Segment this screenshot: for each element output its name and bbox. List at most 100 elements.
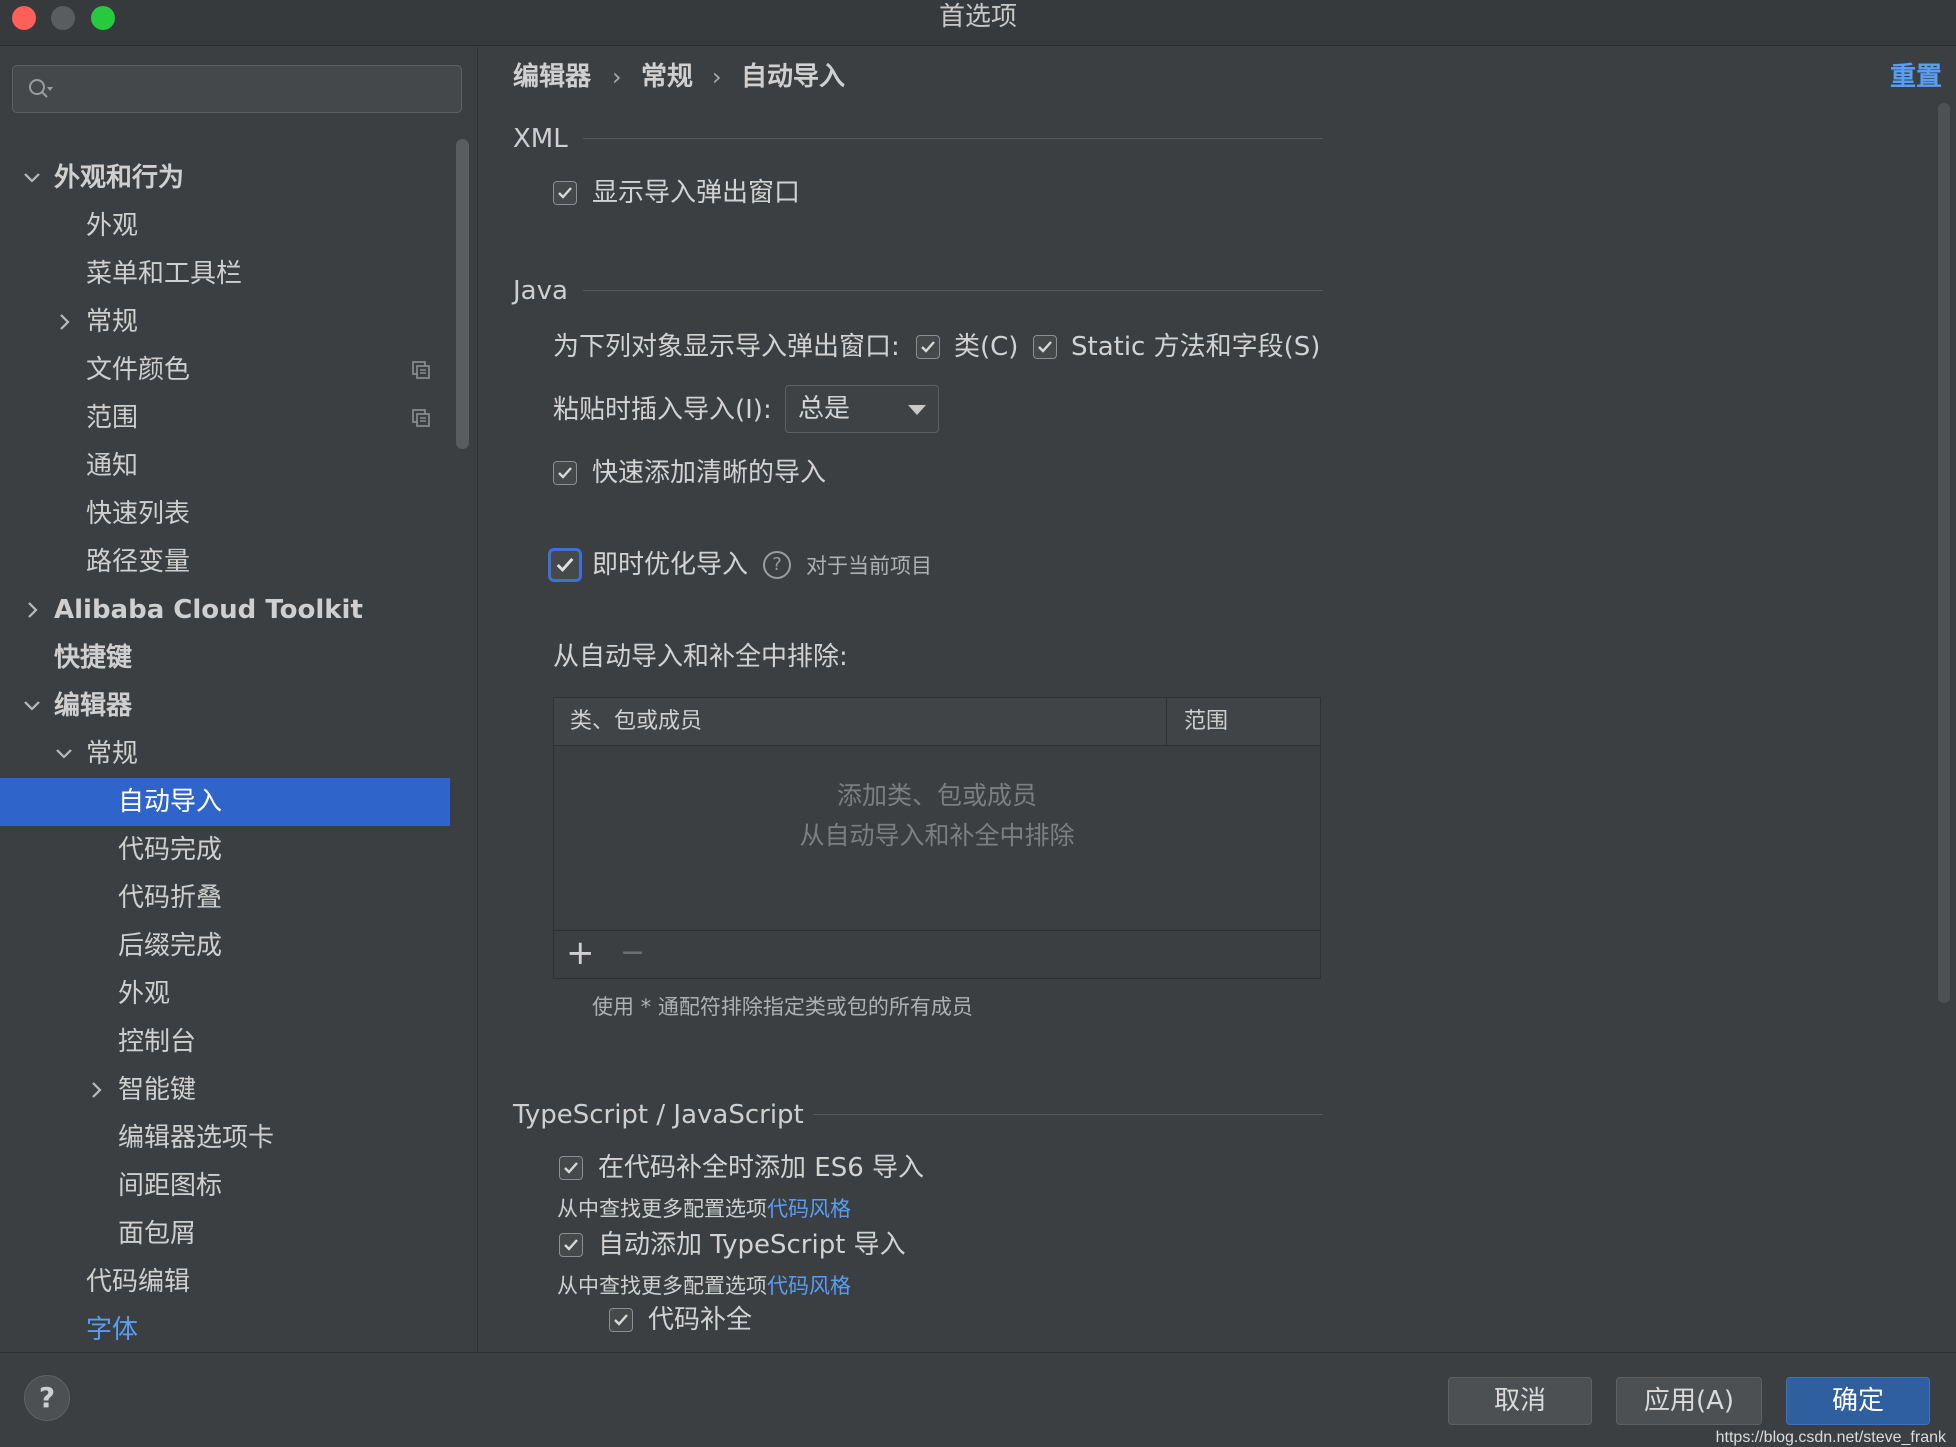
sidebar-item[interactable]: 编辑器 [0,682,450,730]
code-style-link[interactable]: 代码风格 [767,1274,851,1298]
show-import-popup-xml-label[interactable]: 显示导入弹出窗口 [592,175,800,211]
sidebar-item-label: 外观 [118,979,171,1009]
sidebar-item-label: 编辑器选项卡 [118,1123,275,1153]
sidebar-item-label: 路径变量 [86,547,191,577]
sidebar-item[interactable]: 外观和行为 [0,154,450,202]
chevron-down-icon[interactable] [20,154,44,202]
checkmark-icon [558,467,572,479]
sidebar-item[interactable]: 字体 [0,1306,450,1352]
code-completion-checkbox[interactable] [609,1308,633,1332]
code-style-hint-text: 从中查找更多配置选项 [557,1274,767,1298]
settings-search-input[interactable] [12,65,462,113]
sidebar-item-label: 快速列表 [86,499,191,529]
static-members-checkbox[interactable] [1033,335,1057,359]
chevron-right-icon[interactable] [52,298,76,346]
sidebar-item[interactable]: 常规 [0,730,450,778]
table-toolbar: + − [554,930,1320,978]
optimize-imports-on-fly-label[interactable]: 即时优化导入 [592,547,748,583]
sidebar-item[interactable]: 间距图标 [0,1162,450,1210]
chevron-down-icon[interactable] [20,682,44,730]
sidebar-item[interactable]: 路径变量 [0,538,450,586]
content-scrollbar[interactable] [1938,103,1950,1003]
classes-label[interactable]: 类(C) [954,329,1018,365]
static-members-label[interactable]: Static 方法和字段(S) [1071,329,1320,365]
section-divider [813,1114,1323,1115]
checkmark-icon [921,341,935,353]
checkmark-icon [564,1162,578,1174]
insert-on-paste-select[interactable]: 总是 [785,385,939,433]
reset-link[interactable]: 重置 [1890,59,1942,95]
cancel-button[interactable]: 取消 [1448,1377,1592,1425]
chevron-right-icon[interactable] [84,1066,108,1114]
sidebar-item[interactable]: 菜单和工具栏 [0,250,450,298]
sidebar-item[interactable]: 面包屑 [0,1210,450,1258]
sidebar-item[interactable]: Alibaba Cloud Toolkit [0,586,450,634]
sidebar-item[interactable]: 文件颜色 [0,346,450,394]
sidebar-item-label: 常规 [86,739,139,769]
sidebar-item-label: 代码编辑 [86,1267,191,1297]
breadcrumb-item[interactable]: 编辑器 [513,59,591,95]
checkmark-icon [1038,341,1052,353]
help-question-icon[interactable]: ? [763,551,791,579]
sidebar-item[interactable]: 快速列表 [0,490,450,538]
sidebar-item[interactable]: 通知 [0,442,450,490]
sidebar-item[interactable]: 代码编辑 [0,1258,450,1306]
ok-button[interactable]: 确定 [1786,1377,1930,1425]
add-icon[interactable]: + [566,933,595,973]
apply-button[interactable]: 应用(A) [1616,1377,1762,1425]
es6-import-label[interactable]: 在代码补全时添加 ES6 导入 [598,1150,924,1186]
code-style-link[interactable]: 代码风格 [767,1197,851,1221]
section-title-java: Java [513,276,568,306]
chevron-down-icon[interactable] [52,730,76,778]
window-titlebar: 首选项 [0,0,1956,46]
chevron-right-icon[interactable] [20,586,44,634]
sidebar-item[interactable]: 外观 [0,970,450,1018]
table-empty-text: 从自动导入和补全中排除 [799,821,1075,850]
breadcrumb-separator-icon: › [612,63,622,91]
sidebar-scrollbar[interactable] [456,139,469,449]
sidebar-item[interactable]: 编辑器选项卡 [0,1114,450,1162]
show-import-popup-xml-checkbox[interactable] [553,181,577,205]
window-title: 首选项 [938,2,1017,32]
add-unambiguous-imports-checkbox[interactable] [553,461,577,485]
sidebar-item-label: 智能键 [118,1075,197,1105]
classes-checkbox[interactable] [916,335,940,359]
sidebar-item[interactable]: 智能键 [0,1066,450,1114]
optimize-imports-on-fly-checkbox[interactable] [548,548,582,582]
watermark-text: https://blog.csdn.net/steve_frank [1715,1429,1946,1446]
sidebar-item[interactable]: 控制台 [0,1018,450,1066]
section-divider [583,138,1323,139]
code-completion-label[interactable]: 代码补全 [648,1302,752,1338]
sidebar-item[interactable]: 代码完成 [0,826,450,874]
sidebar-item[interactable]: 代码折叠 [0,874,450,922]
typescript-auto-import-checkbox[interactable] [559,1233,583,1257]
insert-on-paste-label: 粘贴时插入导入(I): [553,395,772,425]
es6-import-checkbox[interactable] [559,1156,583,1180]
sidebar-item-label: 外观 [86,211,139,241]
breadcrumb-item[interactable]: 常规 [641,59,693,95]
column-header-scope[interactable]: 范围 [1184,705,1228,739]
exclude-title: 从自动导入和补全中排除: [553,642,848,672]
sidebar-item[interactable]: 后缀完成 [0,922,450,970]
sidebar-item[interactable]: 范围 [0,394,450,442]
exclude-table: 类、包或成员 范围 添加类、包或成员 从自动导入和补全中排除 + − [553,697,1321,979]
sidebar-item-label: 字体 [86,1315,139,1345]
sidebar-item-label: 快捷键 [54,643,133,673]
show-popup-for-label: 为下列对象显示导入弹出窗口: [553,332,900,362]
remove-icon[interactable]: − [620,933,645,973]
sidebar-item[interactable]: 外观 [0,202,450,250]
column-header-class[interactable]: 类、包或成员 [570,705,702,739]
breadcrumb-current: 自动导入 [741,62,846,92]
sidebar-item[interactable]: 常规 [0,298,450,346]
table-empty-text[interactable]: 添加类、包或成员 [554,778,1320,814]
typescript-auto-import-label[interactable]: 自动添加 TypeScript 导入 [598,1227,906,1263]
add-unambiguous-imports-label[interactable]: 快速添加清晰的导入 [592,455,826,491]
settings-content: 编辑器 › 常规 › 自动导入 重置 XML 显示导入弹出窗口 Java 为下列… [479,47,1956,1352]
sidebar-item-selected[interactable]: 自动导入 [0,778,450,826]
help-button[interactable]: ? [24,1375,70,1421]
table-header: 类、包或成员 范围 [554,698,1320,746]
code-style-hint-text: 从中查找更多配置选项 [557,1197,767,1221]
sidebar-item-label: 编辑器 [54,691,133,721]
sidebar-item[interactable]: 快捷键 [0,634,450,682]
sidebar-item-label: Alibaba Cloud Toolkit [54,595,363,625]
